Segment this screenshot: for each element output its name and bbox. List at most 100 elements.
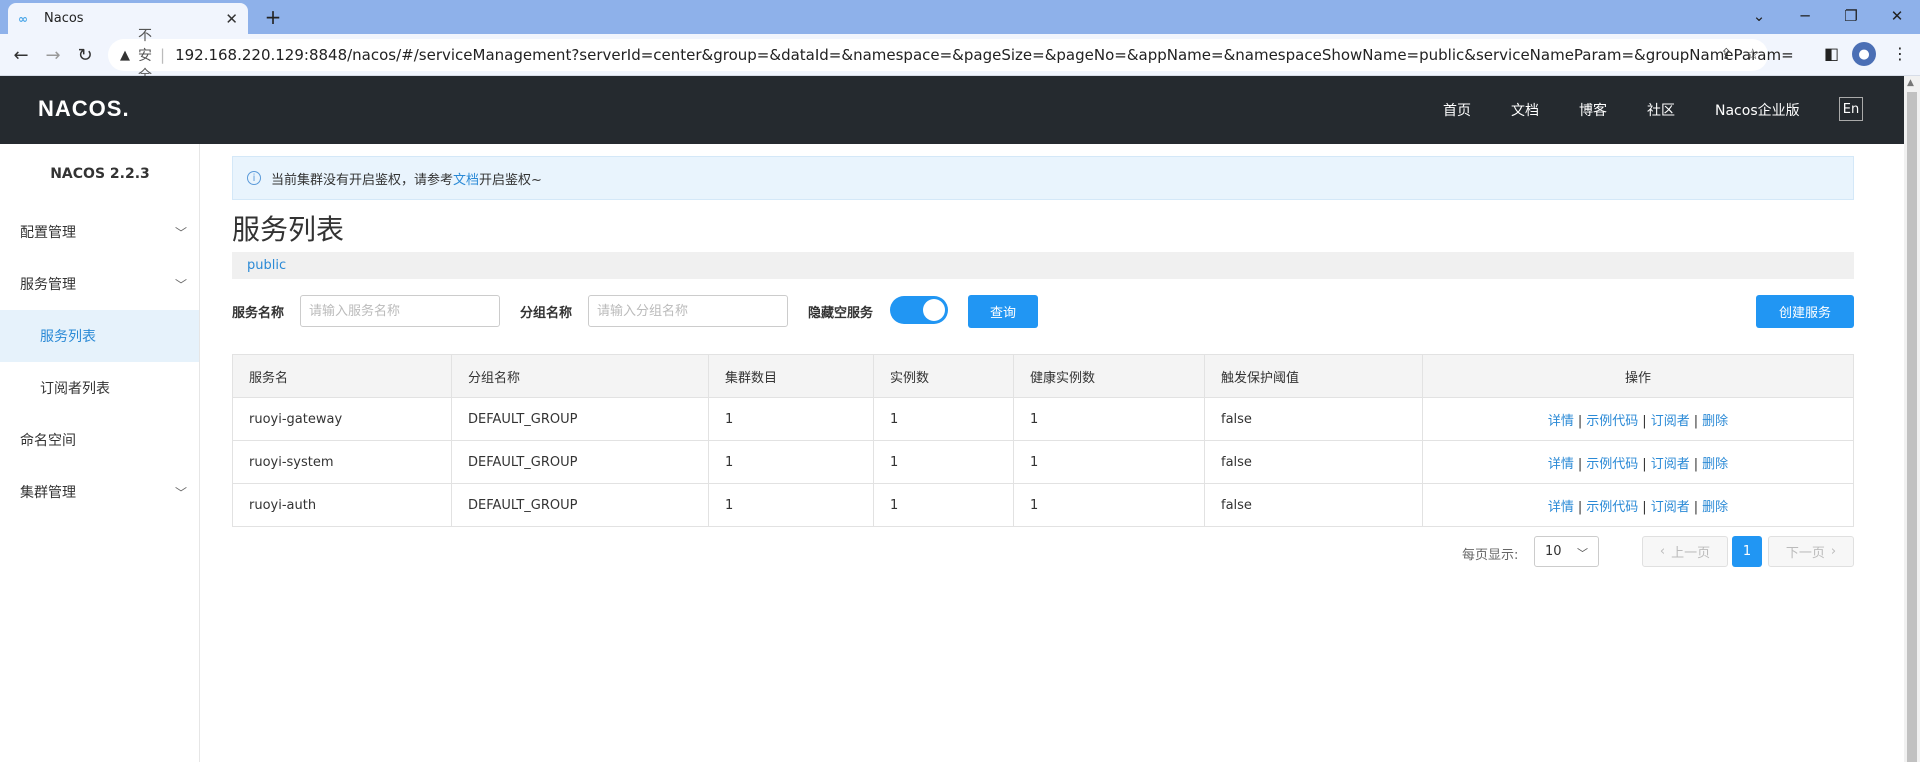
url-bar[interactable]: ▲ 不安全 | 192.168.220.129:8848/nacos/#/ser… [108,28,1794,84]
sidebar-item-cluster[interactable]: 集群管理 ﹀ [0,466,199,518]
col-group-name: 分组名称 [451,354,709,398]
op-separator: | [1642,499,1647,515]
nav-enterprise[interactable]: Nacos企业版 [1715,100,1800,120]
cell-service-name: ruoyi-auth [232,483,452,527]
sample-code-link[interactable]: 示例代码 [1586,414,1638,429]
nav-docs[interactable]: 文档 [1511,100,1539,120]
service-name-input[interactable] [300,295,500,327]
share-icon[interactable]: ⇪ [1720,45,1733,63]
group-name-input[interactable] [588,295,788,327]
tab-close-icon[interactable]: ✕ [225,10,238,28]
close-window-icon[interactable]: ✕ [1874,0,1920,32]
cell-service-name: ruoyi-system [232,440,452,484]
next-page-label: 下一页 [1785,546,1825,561]
cell-service-name: ruoyi-gateway [232,397,452,441]
auth-notice: i 当前集群没有开启鉴权，请参考 文档 开启鉴权~ [232,156,1854,200]
new-tab-icon[interactable]: + [260,4,286,30]
table-row: ruoyi-auth DEFAULT_GROUP 1 1 1 false 详情 |… [232,483,1854,527]
page-size-label: 每页显示: [1462,548,1519,563]
cell-protect-threshold: false [1204,397,1423,441]
cell-group-name: DEFAULT_GROUP [451,440,709,484]
language-toggle-button[interactable]: En [1839,97,1863,121]
bookmark-star-icon[interactable]: ☆ [1746,45,1759,63]
delete-link[interactable]: 删除 [1702,457,1728,472]
sidebar-item-config[interactable]: 配置管理 ﹀ [0,206,199,258]
sample-code-link[interactable]: 示例代码 [1586,457,1638,472]
cell-cluster-count: 1 [708,397,874,441]
prev-page-button[interactable]: ‹ 上一页 [1642,536,1728,567]
chevron-down-icon: ﹀ [174,226,187,240]
url-separator: | [160,46,166,64]
create-service-button[interactable]: 创建服务 [1756,295,1854,328]
forward-icon[interactable]: → [40,42,66,68]
prev-page-label: 上一页 [1671,546,1711,561]
op-separator: | [1693,499,1699,515]
subscriber-link[interactable]: 订阅者 [1651,500,1690,515]
query-button[interactable]: 查询 [968,295,1038,328]
delete-link[interactable]: 删除 [1702,414,1728,429]
table-header-row: 服务名 分组名称 集群数目 实例数 健康实例数 触发保护阈值 操作 [232,354,1854,398]
namespace-tab-public[interactable]: public [247,258,286,273]
chevron-down-icon: ﹀ [174,278,187,292]
scroll-up-icon[interactable]: ▲ [1907,78,1914,88]
nav-community[interactable]: 社区 [1647,100,1675,120]
subscriber-link[interactable]: 订阅者 [1651,457,1690,472]
scrollbar-thumb[interactable] [1907,92,1917,762]
page-scrollbar[interactable]: ▲ [1904,76,1920,762]
cell-instance-count: 1 [873,397,1014,441]
col-cluster-count: 集群数目 [708,354,874,398]
cell-cluster-count: 1 [708,483,874,527]
restore-icon[interactable]: ❐ [1828,0,1874,32]
url-text[interactable]: 192.168.220.129:8848/nacos/#/serviceMana… [175,46,1794,64]
detail-link[interactable]: 详情 [1548,414,1574,429]
toggle-knob [923,299,945,321]
profile-avatar-icon[interactable]: ● [1852,42,1876,66]
chevron-left-icon: ‹ [1659,544,1666,559]
browser-tab[interactable]: ∞ Nacos ✕ [8,3,248,34]
detail-link[interactable]: 详情 [1548,500,1574,515]
sidebar: NACOS 2.2.3 配置管理 ﹀ 服务管理 ﹀ 服务列表 订阅者列表 命名空… [0,144,200,762]
sidebar-item-label: 集群管理 [20,485,76,501]
hide-empty-label: 隐藏空服务 [808,306,874,321]
sidebar-item-label: 服务列表 [40,329,96,345]
next-page-button[interactable]: 下一页 › [1768,536,1854,567]
cell-operations: 详情 | 示例代码 | 订阅者 | 删除 [1422,440,1854,484]
top-navigation: NACOS. 首页 文档 博客 社区 Nacos企业版 En [0,76,1904,144]
sample-code-link[interactable]: 示例代码 [1586,500,1638,515]
nacos-logo[interactable]: NACOS. [38,96,130,122]
cell-protect-threshold: false [1204,440,1423,484]
notice-docs-link[interactable]: 文档 [453,169,479,188]
page-size-select[interactable]: 10 ﹀ [1534,536,1599,567]
nav-blog[interactable]: 博客 [1579,100,1607,120]
cell-group-name: DEFAULT_GROUP [451,397,709,441]
cell-operations: 详情 | 示例代码 | 订阅者 | 删除 [1422,483,1854,527]
sidebar-item-subscribers[interactable]: 订阅者列表 [0,362,199,414]
cell-instance-count: 1 [873,440,1014,484]
sidebar-item-label: 命名空间 [20,433,76,449]
cell-healthy-count: 1 [1013,397,1205,441]
address-bar-row: ← → ↻ ▲ 不安全 | 192.168.220.129:8848/nacos… [0,28,1920,84]
notice-prefix: 当前集群没有开启鉴权，请参考 [271,172,454,188]
reload-icon[interactable]: ↻ [72,42,98,68]
sidebar-item-namespace[interactable]: 命名空间 [0,414,199,466]
minimize-icon[interactable]: ─ [1782,0,1828,32]
hide-empty-toggle[interactable] [890,296,948,324]
browser-menu-icon[interactable]: ⋮ [1892,44,1908,63]
detail-link[interactable]: 详情 [1548,457,1574,472]
subscriber-link[interactable]: 订阅者 [1651,414,1690,429]
sidebar-item-service-list[interactable]: 服务列表 [0,310,199,362]
sidebar-item-label: 配置管理 [20,225,76,241]
warning-icon[interactable]: ▲ [120,48,130,63]
info-icon: i [247,171,261,185]
op-separator: | [1577,499,1583,515]
tab-search-icon[interactable]: ⌄ [1736,0,1782,32]
nav-home[interactable]: 首页 [1443,100,1471,120]
delete-link[interactable]: 删除 [1702,500,1728,515]
col-operations: 操作 [1422,354,1854,398]
sidebar-item-service-management[interactable]: 服务管理 ﹀ [0,258,199,310]
back-icon[interactable]: ← [8,42,34,68]
op-separator: | [1642,456,1647,472]
sidebar-toggle-icon[interactable]: ◧ [1824,44,1839,63]
cell-cluster-count: 1 [708,440,874,484]
page-number-current[interactable]: 1 [1732,536,1762,567]
